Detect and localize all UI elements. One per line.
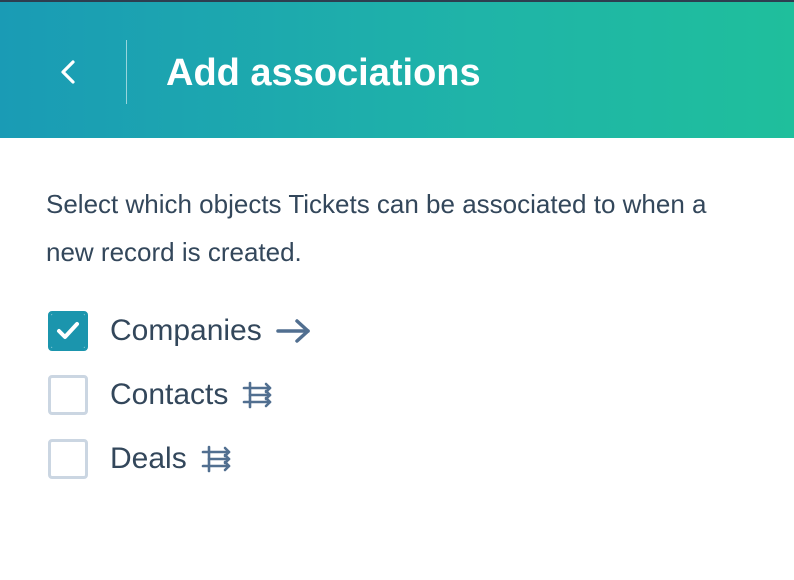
option-companies[interactable]: Companies xyxy=(48,310,312,352)
page-title: Add associations xyxy=(166,52,481,94)
checkmark-icon xyxy=(51,314,85,348)
association-icon xyxy=(201,444,233,474)
deals-label: Deals xyxy=(110,442,187,475)
option-deals[interactable]: Deals xyxy=(48,438,233,480)
contacts-label: Contacts xyxy=(110,378,229,411)
arrow-right-icon xyxy=(276,318,312,344)
deals-checkbox[interactable] xyxy=(48,439,88,479)
chevron-left-icon xyxy=(61,60,75,84)
back-button[interactable] xyxy=(48,52,88,92)
contacts-checkbox[interactable] xyxy=(48,375,88,415)
option-contacts[interactable]: Contacts xyxy=(48,374,274,416)
association-icon xyxy=(242,380,274,410)
description-text: Select which objects Tickets can be asso… xyxy=(46,189,707,267)
companies-label: Companies xyxy=(110,314,262,347)
header-bar: Add associations xyxy=(0,0,794,138)
header-divider xyxy=(126,40,127,104)
companies-checkbox[interactable] xyxy=(48,311,88,351)
